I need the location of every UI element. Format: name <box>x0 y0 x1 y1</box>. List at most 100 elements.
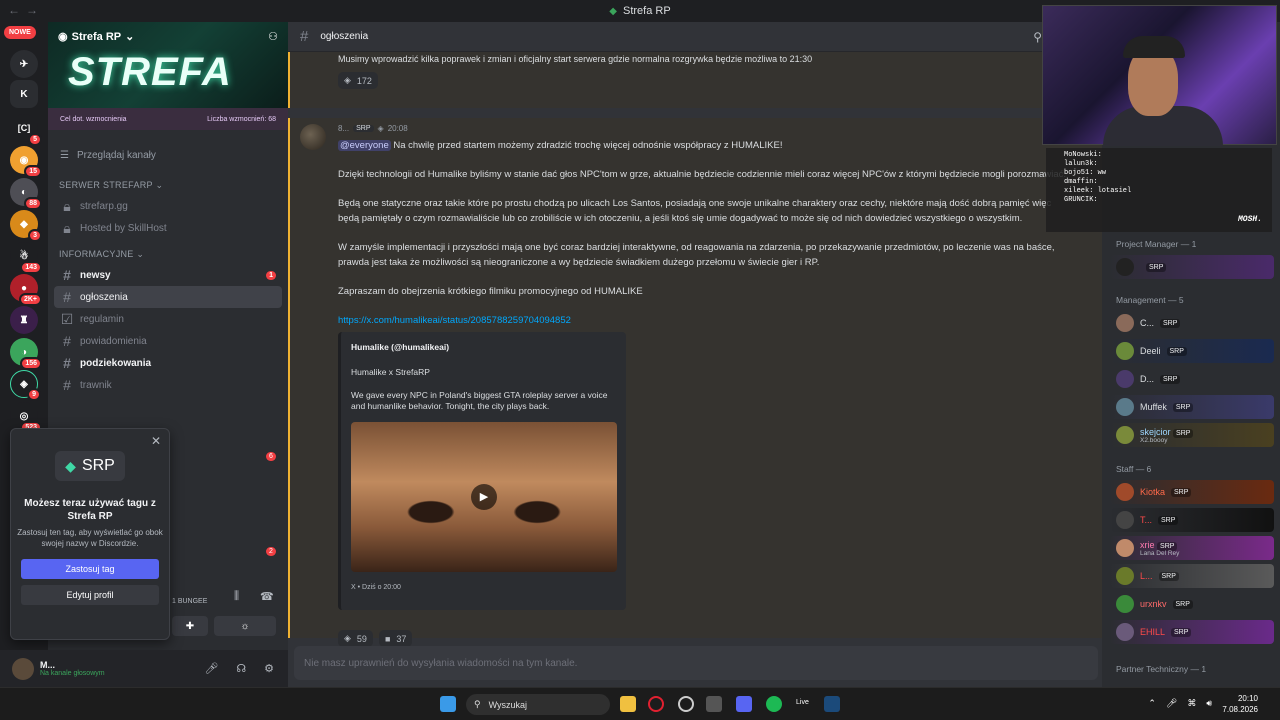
chevron-down-icon: ⌄ <box>125 31 135 43</box>
member-item[interactable]: D... SRP <box>1110 367 1274 391</box>
avatar[interactable] <box>300 124 326 150</box>
srp-emoji-icon: ◈ <box>344 75 351 85</box>
discord-icon[interactable] <box>736 696 752 712</box>
channel-powiadomienia[interactable]: # powiadomienia <box>54 330 282 352</box>
server-banner[interactable]: ◉ Strefa RP ⌄ ⚇ STREFA <box>48 22 288 108</box>
member-item[interactable]: T... SRP <box>1110 508 1274 532</box>
member-item[interactable]: L... SRP <box>1110 564 1274 588</box>
volume-icon[interactable]: 🔊︎ <box>1206 698 1212 709</box>
opera-icon[interactable] <box>648 696 664 712</box>
unread-badge: 3 <box>28 229 42 242</box>
avatar[interactable] <box>12 657 34 680</box>
reaction-button[interactable]: ◈ 172 <box>338 72 378 89</box>
server-icon[interactable]: ✈ <box>10 50 38 78</box>
channel-trawnik[interactable]: # trawnik <box>54 374 282 396</box>
network-icon[interactable]: ⌘ <box>1187 698 1196 709</box>
lock-icon: 🔒︎ <box>63 197 71 214</box>
popup-title: Możesz teraz używać tagu z Strefa RP <box>24 498 156 522</box>
start-icon[interactable] <box>440 696 456 712</box>
paragraph: Dzięki technologii od Humalike byliśmy w… <box>338 169 1067 180</box>
server-icon[interactable]: ◐ 88 <box>10 178 42 210</box>
member-item[interactable]: skejcior SRP X2.boooy <box>1110 423 1274 447</box>
avatar <box>1116 426 1134 444</box>
member-item[interactable]: C... SRP <box>1110 311 1274 335</box>
microphone-icon[interactable]: 🎤︎ <box>1166 698 1177 709</box>
server-icon[interactable]: K <box>10 80 38 108</box>
video-thumbnail[interactable]: ▶ <box>351 422 617 572</box>
member-item[interactable]: Muffek SRP <box>1110 395 1274 419</box>
taskbar-search[interactable]: ⚲ Wyszukaj <box>466 694 610 715</box>
voice-channel-label: 1 BUNGEE <box>172 598 208 605</box>
avatar <box>1116 370 1134 388</box>
chat-line: bojo51: ww <box>1064 169 1107 177</box>
category-header[interactable]: INFORMACYJNE ⌄ <box>48 239 288 264</box>
paragraph: Będą one statyczne oraz takie które po p… <box>338 198 1052 224</box>
server-icon-strefa[interactable]: ◈ 9 <box>10 370 41 401</box>
member-item[interactable]: urxnkv SRP <box>1110 592 1274 616</box>
server-icon: ◆ <box>609 5 617 17</box>
message-input[interactable]: Nie masz uprawnień do wysyłania wiadomoś… <box>294 646 1098 680</box>
gear-icon[interactable]: ⚙ <box>264 662 274 675</box>
member-item[interactable]: Deeli SRP <box>1110 339 1274 363</box>
channel-strefarp[interactable]: 🔒︎ strefarp.gg <box>54 195 282 217</box>
apply-tag-button[interactable]: Zastosuj tag <box>21 559 159 579</box>
close-icon[interactable]: ✕ <box>151 434 161 448</box>
category-header[interactable]: SERWER STREFARP ⌄ <box>48 170 288 195</box>
server-icon[interactable]: [C] 5 <box>10 114 42 146</box>
steam-icon[interactable] <box>824 696 840 712</box>
microphone-icon[interactable]: 🎤︎ <box>204 662 218 675</box>
chat-line: xileek: lotasiel <box>1064 187 1132 195</box>
disconnect-icon[interactable]: ☎ <box>260 590 274 603</box>
new-badge[interactable]: NOWE <box>4 26 36 39</box>
avatar <box>1116 342 1134 360</box>
file-explorer-icon[interactable] <box>620 696 636 712</box>
nav-arrows-icon[interactable]: ←→ <box>8 3 44 17</box>
soundboard-icon[interactable]: ⫼ <box>234 590 239 603</box>
app-icon[interactable] <box>678 696 694 712</box>
server-icon[interactable]: ♜ <box>10 306 38 334</box>
server-icon[interactable]: ◆ 3 <box>10 210 42 242</box>
channel-newsy[interactable]: # newsy 1 <box>54 264 282 286</box>
member-item[interactable]: Kiotka SRP <box>1110 480 1274 504</box>
boost-bar[interactable]: Cel dot. wzmocnienia Liczba wzmocnień: 6… <box>48 108 288 130</box>
clock[interactable]: 20:10 7.08.2026 <box>1222 693 1258 715</box>
play-icon[interactable]: ▶ <box>471 484 497 510</box>
server-icon[interactable]: ☃ 143 <box>10 242 42 274</box>
server-icon[interactable]: ● 2K+ <box>10 274 42 306</box>
member-tag: SRP <box>1146 262 1167 272</box>
channel-hosted[interactable]: 🔒︎ Hosted by SkillHost <box>54 217 282 239</box>
emoji-icon: ■ <box>384 633 391 644</box>
live-app-icon[interactable]: Live <box>796 699 809 706</box>
server-icon[interactable]: ◎523 <box>10 402 42 434</box>
member-item[interactable]: EHILL SRP <box>1110 620 1274 644</box>
boost-count: Liczba wzmocnień: 68 <box>207 115 276 123</box>
chevron-up-icon[interactable]: ⌃ <box>1148 698 1156 709</box>
avatar <box>1116 483 1134 501</box>
headphones-icon[interactable]: ☊ <box>236 662 246 675</box>
streamer-cap <box>1123 36 1185 58</box>
server-icon[interactable]: ◑ 156 <box>10 338 42 370</box>
reaction-button[interactable]: ◈ 59 <box>338 630 373 647</box>
member-item[interactable]: xrie SRP Lana Del Rey <box>1110 536 1274 560</box>
channel-ogloszenia[interactable]: # ogłoszenia <box>54 286 282 308</box>
channel-podziekowania[interactable]: # podziekowania <box>54 352 282 374</box>
member-item[interactable]: SRP <box>1110 255 1274 279</box>
everyone-mention[interactable]: @everyone <box>338 140 391 151</box>
threads-icon[interactable]: ⚲ <box>1033 30 1042 44</box>
author-name[interactable]: 8... <box>338 124 349 133</box>
stream-logo: MOSH. <box>1237 215 1262 224</box>
activities-button[interactable]: ✚ <box>172 616 208 636</box>
tweet-link[interactable]: https://x.com/humalikeai/status/20857882… <box>338 313 1068 328</box>
reaction-button[interactable]: ■ 37 <box>378 630 413 647</box>
channel-regulamin[interactable]: ☑ regulamin <box>54 308 282 330</box>
browse-channels[interactable]: ☰ Przeglądaj kanały <box>48 140 288 170</box>
edit-profile-button[interactable]: Edytuj profil <box>21 585 159 605</box>
spotify-icon[interactable] <box>766 696 782 712</box>
server-icon[interactable]: ◉ 15 <box>10 146 42 178</box>
embed-author[interactable]: Humalike (@humalikeai) <box>351 340 616 355</box>
soundboard-button[interactable]: ☼ <box>214 616 276 636</box>
invite-icon[interactable]: ⚇ <box>268 30 278 43</box>
server-name[interactable]: ◉ Strefa RP ⌄ <box>58 30 135 44</box>
unread-badge: 2K+ <box>18 293 42 306</box>
app-icon[interactable] <box>706 696 722 712</box>
